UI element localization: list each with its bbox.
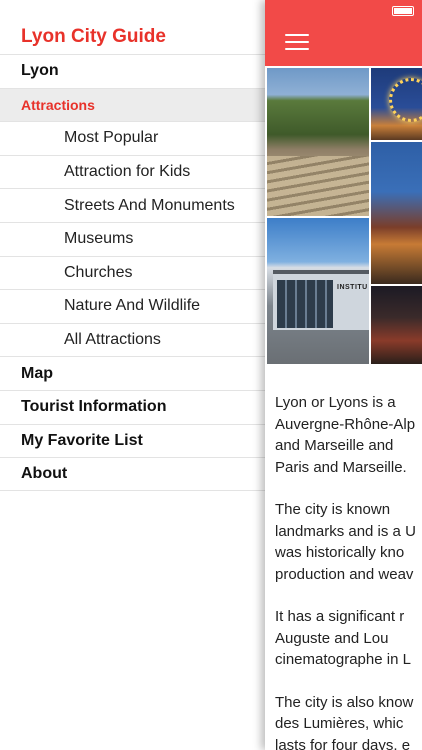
menu-item-attraction-for-kids[interactable]: Attraction for Kids: [0, 154, 265, 189]
hamburger-icon[interactable]: [285, 34, 309, 50]
menu-item-nature-and-wildlife[interactable]: Nature And Wildlife: [0, 289, 265, 323]
menu-item-most-popular[interactable]: Most Popular: [0, 121, 265, 155]
paragraph: The city is known landmarks and is a U w…: [275, 501, 416, 583]
menu-item-about[interactable]: About: [0, 457, 265, 491]
article-text: Lyon or Lyons is a Auvergne-Rhône-Alp an…: [275, 392, 422, 750]
paragraph: The city is also know des Lumières, whic…: [275, 693, 414, 750]
paragraph: It has a significant r Auguste and Lou c…: [275, 608, 411, 668]
photo-roman-theatre: [267, 68, 369, 216]
menu-item-tourist-information[interactable]: Tourist Information: [0, 389, 265, 424]
menu-item-map[interactable]: Map: [0, 356, 265, 390]
menu-item-my-favorite-list[interactable]: My Favorite List: [0, 423, 265, 458]
main-panel: INSTITU Lyon or Lyons is a Auvergne-Rhôn…: [265, 0, 422, 750]
menu-item-streets-and-monuments[interactable]: Streets And Monuments: [0, 188, 265, 222]
photo-ferris-wheel: [371, 68, 422, 140]
menu-item-all-attractions[interactable]: All Attractions: [0, 322, 265, 357]
menu-section-attractions[interactable]: Attractions: [0, 87, 265, 122]
photo-institute-building: INSTITU: [267, 218, 369, 364]
photo-hillside-basilica: [371, 142, 422, 284]
side-menu: Lyon City Guide Lyon Attractions Most Po…: [0, 0, 265, 750]
menu-item-lyon[interactable]: Lyon: [0, 54, 265, 88]
battery-icon: [392, 6, 414, 16]
menu-list: Lyon Attractions Most Popular Attraction…: [0, 54, 265, 491]
menu-item-museums[interactable]: Museums: [0, 221, 265, 256]
paragraph: Lyon or Lyons is a Auvergne-Rhône-Alp an…: [275, 394, 416, 476]
photo-city-night: [371, 286, 422, 364]
institute-sign: INSTITU: [337, 284, 368, 291]
nav-bar: [265, 0, 422, 66]
photo-collage: INSTITU: [265, 66, 422, 364]
menu-item-churches[interactable]: Churches: [0, 255, 265, 290]
app-title: Lyon City Guide: [21, 26, 166, 47]
